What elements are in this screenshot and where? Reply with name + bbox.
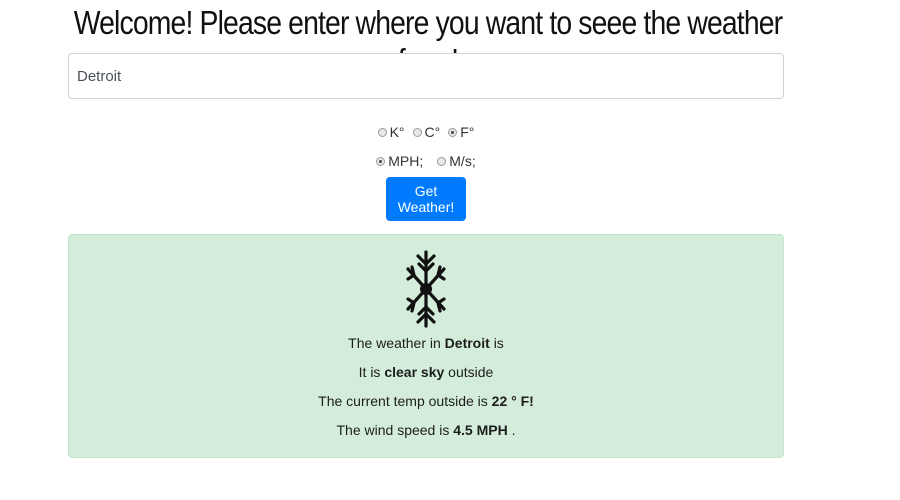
weather-city-line: The weather in Detroit is	[0, 335, 852, 351]
unit-label-kelvin: K°	[389, 124, 405, 140]
speed-option-ms[interactable]: M/s;	[437, 153, 476, 169]
unit-label-fahrenheit: F°	[460, 124, 475, 140]
result-city: Detroit	[444, 335, 490, 351]
result-temp: 22 ° F!	[491, 393, 534, 409]
temp-line-prefix: The current temp outside is	[318, 393, 488, 409]
result-condition: clear sky	[384, 364, 445, 380]
radio-ms[interactable]	[437, 156, 447, 166]
condition-line-prefix: It is	[358, 364, 381, 380]
weather-temp-line: The current temp outside is 22 ° F!	[0, 393, 852, 409]
speed-option-mph[interactable]: MPH;	[376, 153, 423, 169]
city-line-prefix: The weather in	[348, 335, 441, 351]
get-weather-button[interactable]: Get Weather!	[386, 177, 466, 221]
radio-fahrenheit[interactable]	[448, 127, 458, 137]
unit-option-celsius[interactable]: C°	[412, 124, 441, 140]
city-line-suffix: is	[493, 335, 504, 351]
radio-kelvin[interactable]	[377, 127, 387, 137]
snowflake-icon	[406, 250, 446, 328]
weather-condition-line: It is clear sky outside	[0, 364, 852, 380]
unit-option-fahrenheit[interactable]: F°	[448, 124, 474, 140]
radio-celsius[interactable]	[412, 127, 422, 137]
condition-line-suffix: outside	[448, 364, 494, 380]
unit-option-kelvin[interactable]: K°	[377, 124, 405, 140]
city-input[interactable]	[68, 53, 784, 99]
unit-label-celsius: C°	[424, 124, 441, 140]
result-wind: 4.5 MPH	[453, 422, 508, 438]
wind-line-suffix: .	[511, 422, 516, 438]
speed-label-mph: MPH;	[388, 153, 424, 169]
radio-mph[interactable]	[376, 156, 386, 166]
speed-unit-group: MPH; M/s;	[0, 153, 852, 169]
temperature-unit-group: K° C° F°	[0, 124, 852, 140]
speed-label-ms: M/s;	[449, 153, 476, 169]
weather-wind-line: The wind speed is 4.5 MPH .	[0, 422, 852, 438]
wind-line-prefix: The wind speed is	[336, 422, 450, 438]
